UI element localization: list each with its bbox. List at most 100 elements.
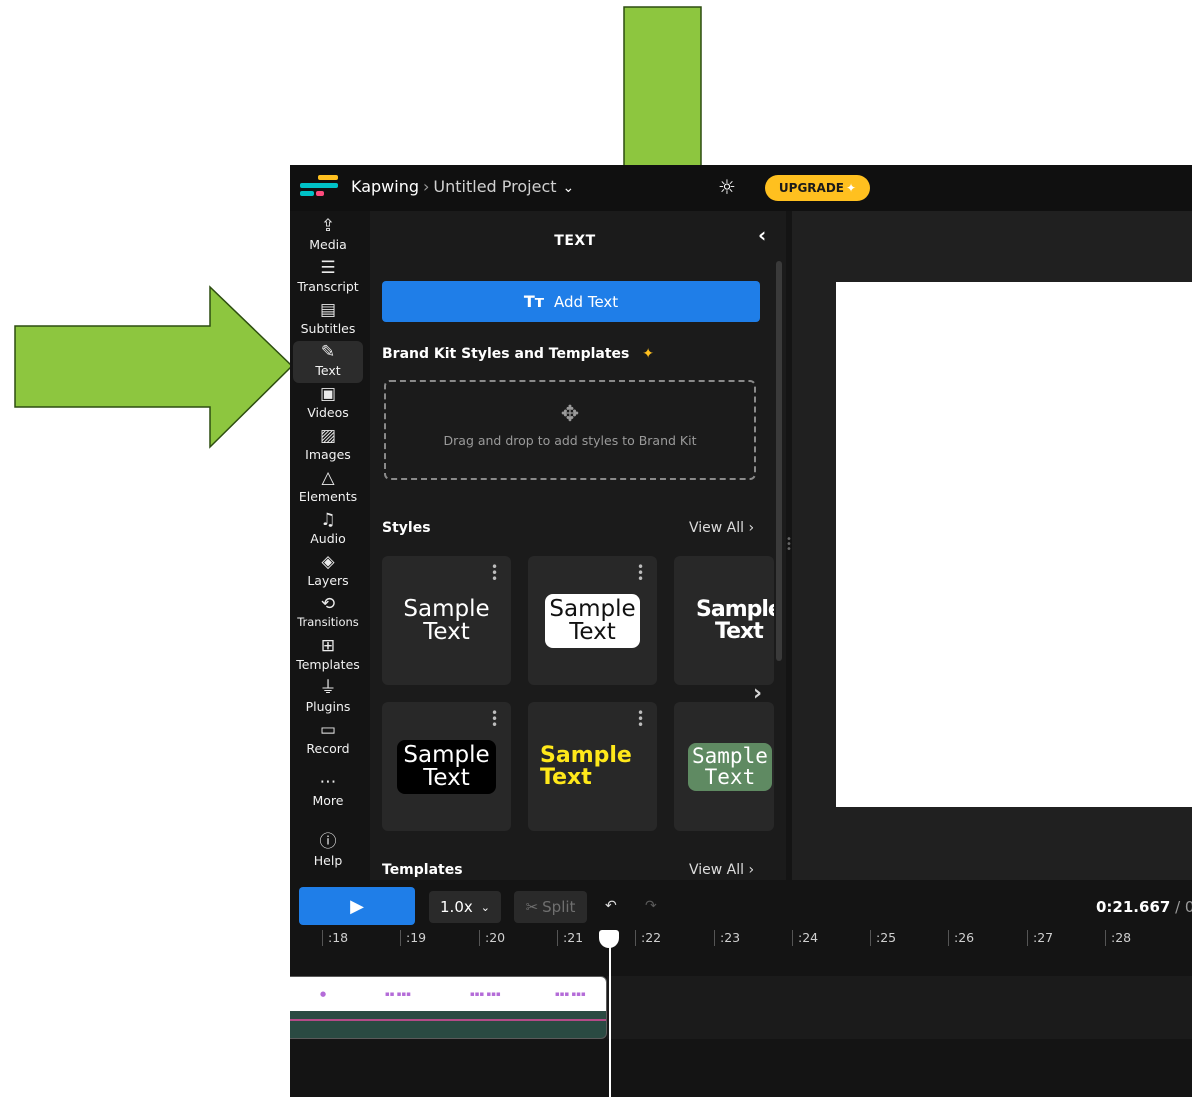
styles-view-all-link[interactable]: View All › bbox=[689, 520, 754, 536]
style-card-plain[interactable]: Sample Text • • • bbox=[382, 556, 511, 685]
style-card-black-box[interactable]: Sample Text • • • bbox=[382, 702, 511, 831]
sidebar-item-label: Transcript bbox=[297, 279, 359, 294]
style-sample-text: Sample Text bbox=[696, 596, 774, 644]
sidebar-item-label: Elements bbox=[298, 489, 358, 504]
style-card-yellow-bold[interactable]: Sample Text • • • bbox=[528, 702, 657, 831]
lightbulb-icon[interactable]: ☼ bbox=[718, 175, 736, 199]
more-dots-icon: ⋯ bbox=[319, 772, 337, 792]
sidebar-item-elements[interactable]: △ Elements bbox=[293, 467, 363, 509]
play-icon: ▶ bbox=[350, 895, 364, 917]
shapes-icon: △ bbox=[321, 468, 335, 488]
playback-speed-select[interactable]: 1.0x ⌄ bbox=[429, 891, 501, 923]
undo-icon[interactable]: ↶ bbox=[605, 898, 617, 914]
add-text-label: Add Text bbox=[554, 292, 619, 311]
sidebar-item-transcript[interactable]: ☰ Transcript bbox=[293, 257, 363, 299]
sidebar-item-images[interactable]: ▨ Images bbox=[293, 425, 363, 467]
style-card-bold-impact[interactable]: Sample Text bbox=[674, 556, 774, 685]
ruler-tick: :28 bbox=[1105, 930, 1131, 946]
style-card-white-box[interactable]: Sample Text • • • bbox=[528, 556, 657, 685]
panel-title: TEXT bbox=[554, 233, 596, 249]
sidebar-item-plugins[interactable]: ⏚ Plugins bbox=[293, 677, 363, 719]
sidebar-item-label: Plugins bbox=[305, 699, 351, 714]
brand-kit-dropzone[interactable]: ✥ Drag and drop to add styles to Brand K… bbox=[384, 380, 756, 480]
sidebar-item-audio[interactable]: ♫ Audio bbox=[293, 509, 363, 551]
sidebar-item-label: Templates bbox=[296, 657, 360, 672]
sidebar-item-more[interactable]: ⋯ More bbox=[293, 771, 363, 813]
move-arrows-icon: ✥ bbox=[560, 402, 580, 427]
sidebar-item-label: Transitions bbox=[297, 615, 359, 629]
subtitles-icon: ▤ bbox=[319, 300, 337, 320]
sidebar-item-label: Text bbox=[315, 363, 341, 378]
film-icon: ▣ bbox=[319, 384, 337, 404]
panel-scrollbar[interactable] bbox=[776, 261, 782, 661]
ruler-tick: :25 bbox=[870, 930, 896, 946]
sidebar-item-label: Images bbox=[305, 447, 351, 462]
ruler-tick: :24 bbox=[792, 930, 818, 946]
more-options-icon[interactable]: • • • bbox=[491, 707, 498, 731]
split-button[interactable]: ✂ Split bbox=[514, 891, 587, 923]
chevron-down-icon[interactable]: ⌄ bbox=[563, 180, 575, 196]
dropzone-text: Drag and drop to add styles to Brand Kit bbox=[443, 433, 697, 448]
help-icon: ⓘ bbox=[319, 832, 337, 852]
sidebar-item-templates[interactable]: ⊞ Templates bbox=[293, 635, 363, 677]
sidebar-item-label: Help bbox=[313, 853, 343, 868]
more-options-icon[interactable]: • • • bbox=[491, 561, 498, 585]
sidebar-item-transitions[interactable]: ⟲ Transitions bbox=[293, 593, 363, 635]
plug-icon: ⏚ bbox=[319, 678, 337, 698]
text-type-icon: Tт bbox=[523, 292, 545, 311]
video-canvas[interactable] bbox=[836, 282, 1192, 807]
speed-label: 1.0x bbox=[440, 898, 473, 916]
clip-thumbnails: ● ▪▪ ▪▪▪ ▪▪▪ ▪▪▪ ▪▪▪ ▪▪▪ bbox=[290, 977, 606, 1011]
add-text-button[interactable]: Tт Add Text bbox=[382, 281, 760, 322]
sidebar-item-label: Media bbox=[309, 237, 347, 252]
sidebar-item-label: Subtitles bbox=[300, 321, 356, 336]
sidebar-item-layers[interactable]: ◈ Layers bbox=[293, 551, 363, 593]
video-track-clip[interactable]: ● ▪▪ ▪▪▪ ▪▪▪ ▪▪▪ ▪▪▪ ▪▪▪ bbox=[290, 976, 607, 1039]
top-bar: Kapwing › Untitled Project ⌄ ☼ UPGRADE ✦ bbox=[290, 165, 1192, 211]
project-title[interactable]: Untitled Project bbox=[433, 177, 556, 196]
ruler-tick: :18 bbox=[322, 930, 348, 946]
sidebar-item-media[interactable]: ⇪ Media bbox=[293, 215, 363, 257]
style-sample-text: Sample Text bbox=[674, 702, 774, 831]
breadcrumb: Kapwing › Untitled Project ⌄ bbox=[351, 177, 574, 196]
sidebar-item-videos[interactable]: ▣ Videos bbox=[293, 383, 363, 425]
kapwing-logo-icon[interactable] bbox=[300, 175, 338, 201]
chevron-down-icon: ⌄ bbox=[480, 900, 490, 914]
sidebar-item-record[interactable]: ▭ Record bbox=[293, 719, 363, 761]
ruler-tick: :19 bbox=[400, 930, 426, 946]
brand-kit-title: Brand Kit Styles and Templates ✦ bbox=[382, 346, 654, 362]
sidebar-item-help[interactable]: ⓘ Help bbox=[293, 831, 363, 873]
brand-name[interactable]: Kapwing bbox=[351, 177, 419, 196]
collapse-panel-icon[interactable]: ‹ bbox=[758, 223, 766, 247]
annotation-arrow-right bbox=[14, 285, 294, 449]
sidebar-item-subtitles[interactable]: ▤ Subtitles bbox=[293, 299, 363, 341]
upgrade-label: UPGRADE bbox=[778, 181, 844, 195]
templates-title: Templates bbox=[382, 862, 463, 878]
playhead-handle[interactable] bbox=[599, 930, 619, 948]
sidebar: ⇪ Media ☰ Transcript ▤ Subtitles ✎ Text ▣ Vid… bbox=[290, 211, 363, 885]
style-card-green-box[interactable]: Sample Text bbox=[674, 702, 774, 831]
sidebar-item-text[interactable]: ✎ Text bbox=[293, 341, 363, 383]
ruler-tick: :27 bbox=[1027, 930, 1053, 946]
more-options-icon[interactable]: • • • bbox=[637, 561, 644, 585]
split-label: Split bbox=[542, 898, 576, 916]
redo-icon[interactable]: ↷ bbox=[645, 898, 657, 914]
carousel-next-icon[interactable]: › bbox=[753, 681, 762, 706]
sparkle-icon: ✦ bbox=[642, 346, 654, 362]
play-button[interactable]: ▶ bbox=[299, 887, 415, 925]
templates-view-all-link[interactable]: View All › bbox=[689, 862, 754, 878]
kapwing-editor: Kapwing › Untitled Project ⌄ ☼ UPGRADE ✦ ⇪ Me… bbox=[290, 165, 1192, 1097]
upgrade-button[interactable]: UPGRADE ✦ bbox=[765, 175, 870, 201]
playhead[interactable] bbox=[609, 930, 611, 1097]
timeline: ▶ 1.0x ⌄ ✂ Split ↶ ↷ 0:21.667 / 0 :18 :19 … bbox=[290, 880, 1192, 1097]
sidebar-item-label: Audio bbox=[310, 531, 346, 546]
more-options-icon[interactable]: • • • bbox=[637, 707, 644, 731]
ruler-tick: :22 bbox=[635, 930, 661, 946]
text-panel: TEXT ‹ Tт Add Text Brand Kit Styles and … bbox=[370, 211, 786, 885]
clip-audio-line bbox=[290, 1019, 606, 1021]
sidebar-item-label: Record bbox=[306, 741, 350, 756]
camera-icon: ▭ bbox=[319, 720, 337, 740]
scissors-icon: ✂ bbox=[525, 898, 539, 916]
ruler-tick: :20 bbox=[479, 930, 505, 946]
sparkle-icon: ✦ bbox=[846, 181, 857, 195]
